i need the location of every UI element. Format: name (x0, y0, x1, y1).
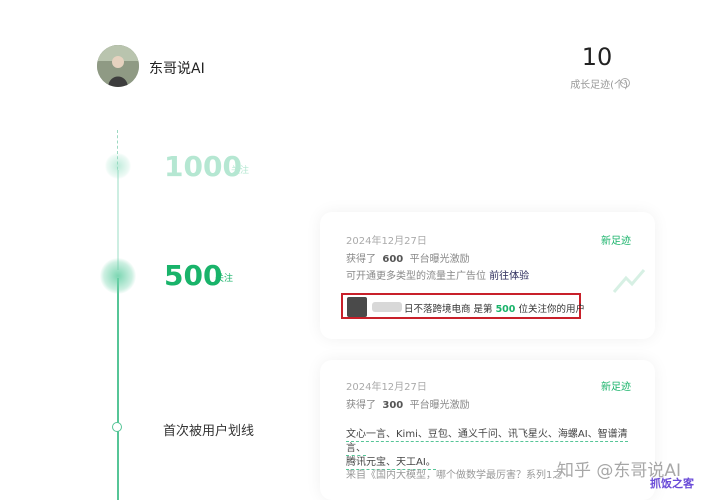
avatar[interactable] (97, 45, 139, 87)
try-now-link[interactable]: 前往体验 (489, 271, 529, 282)
reward-line: 获得了 300 平台曝光激励 (346, 400, 470, 411)
new-footprint-tag: 新足迹 (601, 382, 631, 393)
user-name[interactable]: 东哥说AI (149, 58, 205, 78)
milestone-first-highlight: 首次被用户划线 (163, 424, 255, 439)
decorative-leaf-icon (612, 269, 646, 293)
card-date: 2024年12月27日 (346, 382, 427, 393)
follower-name-blurred (372, 302, 402, 312)
milestone-500-unit: 关注 (215, 274, 234, 284)
question-circle-icon[interactable]: ? (620, 78, 630, 88)
reward-line: 获得了 600 平台曝光激励 (346, 254, 470, 265)
new-footprint-tag: 新足迹 (601, 236, 631, 247)
card-date: 2024年12月27日 (346, 236, 427, 247)
milestone-1000-unit: 关注 (231, 166, 250, 176)
timeline-track-future (117, 170, 119, 270)
footprint-count: 10 (581, 43, 613, 71)
milestone-node-first (112, 422, 122, 432)
source-article-link[interactable]: 来自《国内大模型，哪个做数学最厉害？系列1之 (346, 466, 562, 481)
follower-avatar[interactable] (347, 297, 367, 317)
timeline-track (117, 278, 119, 500)
milestone-node-1000 (105, 153, 131, 179)
footprint-count-label: 成长足迹(个) (570, 80, 628, 91)
footprint-card: 2024年12月27日 新足迹 获得了 600 平台曝光激励 可开通更多类型的流… (320, 212, 655, 339)
milestone-500-number: 500 (164, 259, 223, 292)
follower-milestone-text: 日不落跨境电商 是第 500 位关注你的用户 (404, 304, 585, 315)
milestone-node-500 (100, 258, 136, 294)
feature-unlock-line: 可开通更多类型的流量主广告位 前往体验 (346, 271, 530, 282)
site-badge: 抓饭之客 (650, 477, 694, 490)
